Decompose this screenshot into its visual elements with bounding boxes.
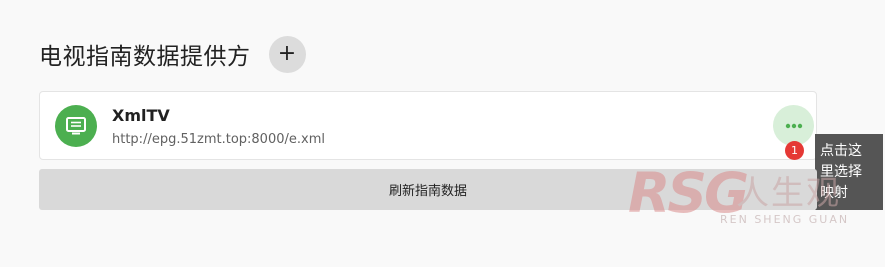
add-provider-button[interactable]: + bbox=[268, 35, 306, 73]
more-dots-icon bbox=[785, 123, 802, 128]
tooltip-line: 里选择 bbox=[820, 164, 862, 180]
page-title: 电视指南数据提供方 bbox=[39, 44, 251, 70]
more-options-button[interactable] bbox=[773, 105, 814, 146]
provider-url: http://epg.51zmt.top:8000/e.xml bbox=[112, 132, 325, 147]
refresh-guide-button[interactable]: 刷新指南数据 bbox=[39, 169, 817, 210]
header: 电视指南数据提供方 + bbox=[39, 35, 306, 73]
provider-card[interactable]: XmlTV http://epg.51zmt.top:8000/e.xml bbox=[39, 91, 817, 160]
mapping-tooltip: 点击这 里选择 映射 bbox=[815, 134, 883, 210]
tooltip-line: 点击这 bbox=[820, 143, 862, 159]
tv-guide-icon bbox=[55, 105, 97, 147]
tooltip-line: 映射 bbox=[820, 185, 848, 201]
provider-name: XmlTV bbox=[112, 106, 170, 125]
watermark-sub: REN SHENG GUAN bbox=[720, 213, 850, 226]
notification-badge: 1 bbox=[785, 141, 804, 160]
